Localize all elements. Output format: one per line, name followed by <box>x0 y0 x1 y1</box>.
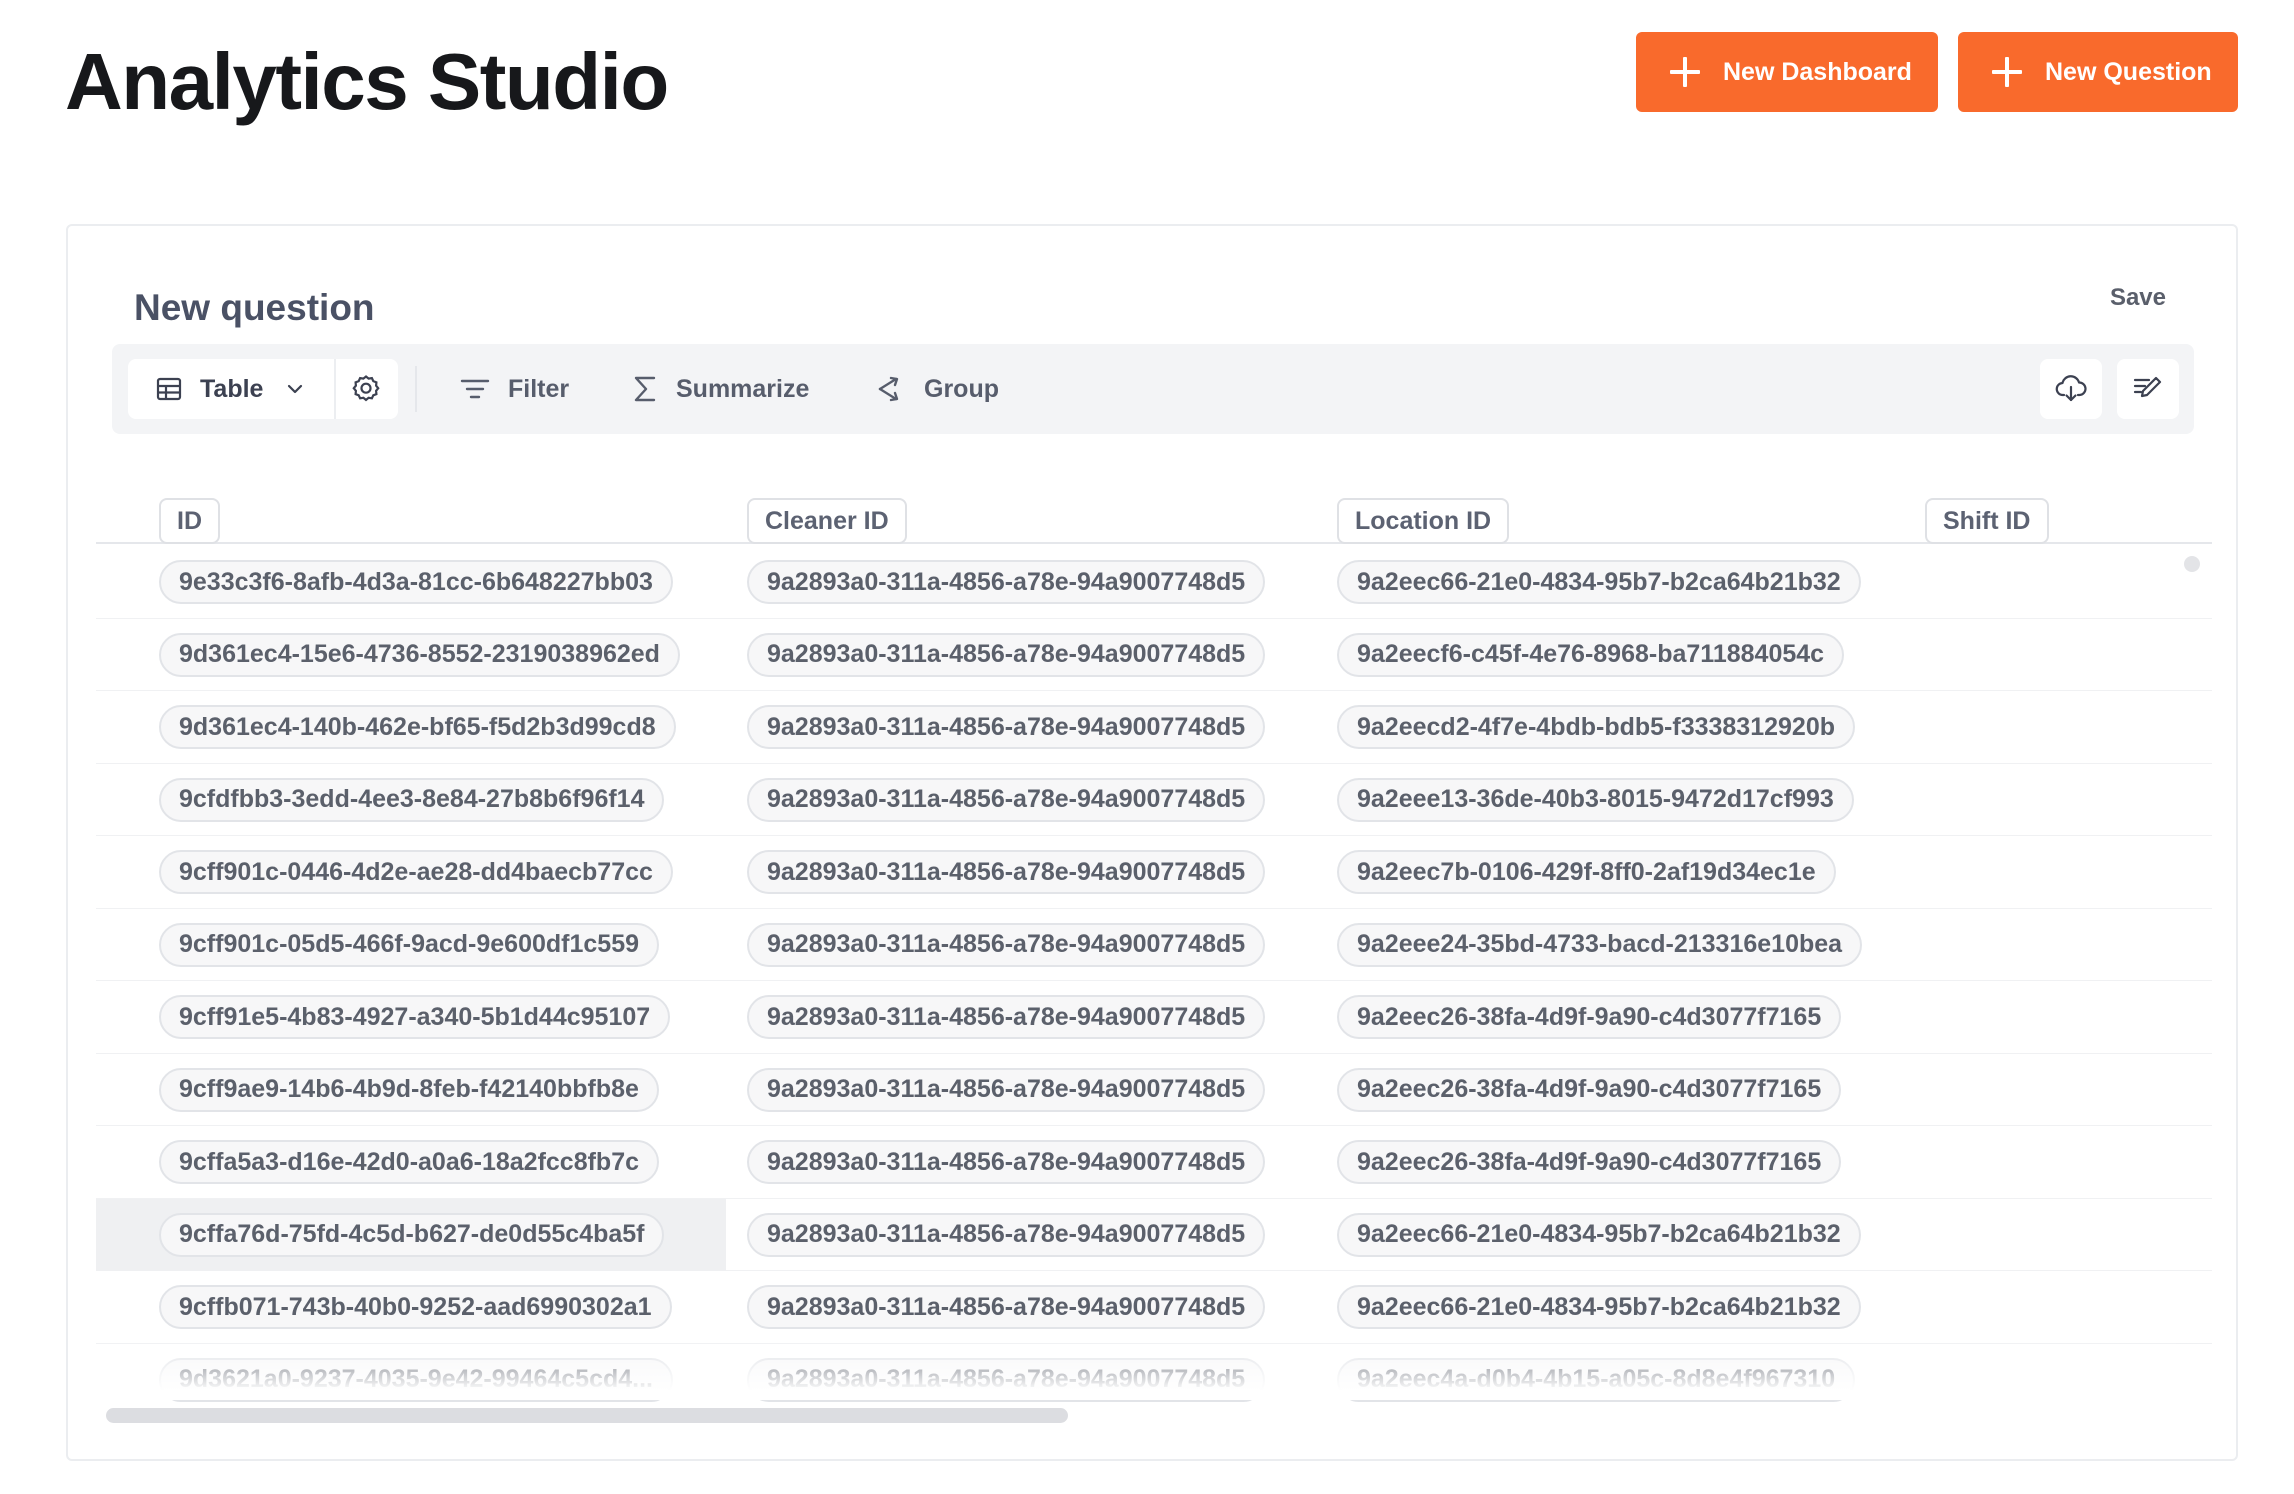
cloud-download-icon <box>2055 374 2087 404</box>
cleaner-id-cell[interactable]: 9a2893a0-311a-4856-a78e-94a9007748d5 <box>747 1212 1266 1257</box>
group-icon <box>876 375 906 403</box>
summarize-label: Summarize <box>676 374 810 403</box>
id-cell[interactable]: 9d361ec4-15e6-4736-8552-2319038962ed <box>159 632 680 677</box>
table-row: 9cffb071-743b-40b0-9252-aad6990302a1 9a28… <box>96 1271 2212 1344</box>
id-cell[interactable]: 9cff91e5-4b83-4927-a340-5b1d44c95107 <box>159 995 671 1039</box>
cleaner-id-cell[interactable]: 9a2893a0-311a-4856-a78e-94a9007748d5 <box>747 705 1266 749</box>
group-label: Group <box>924 374 999 403</box>
horizontal-scrollbar[interactable] <box>106 1408 1068 1423</box>
summarize-button[interactable]: Summarize <box>632 359 809 419</box>
edit-query-button[interactable] <box>2117 359 2179 419</box>
location-id-cell[interactable]: 9a2eec66-21e0-4834-95b7-b2ca64b21b32 <box>1337 560 1861 604</box>
id-cell[interactable]: 9d3621a0-9237-4035-9e42-99464c5cd4... <box>159 1357 673 1402</box>
question-title: New question <box>134 287 375 328</box>
table-icon <box>156 376 182 402</box>
page-title: Analytics Studio <box>65 37 669 126</box>
sigma-icon <box>632 375 658 403</box>
column-header-location-id[interactable]: Location ID <box>1337 498 1510 544</box>
id-cell[interactable]: 9cff901c-0446-4d2e-ae28-dd4baecb77cc <box>159 850 673 894</box>
new-question-button[interactable]: New Question <box>1958 32 2238 112</box>
chevron-down-icon <box>285 379 305 399</box>
cleaner-id-cell[interactable]: 9a2893a0-311a-4856-a78e-94a9007748d5 <box>747 1357 1266 1402</box>
cleaner-id-cell[interactable]: 9a2893a0-311a-4856-a78e-94a9007748d5 <box>747 560 1266 604</box>
location-id-cell[interactable]: 9a2eec4a-d0b4-4b15-a05c-8d8e4f967310 <box>1337 1357 1856 1402</box>
cleaner-id-cell[interactable]: 9a2893a0-311a-4856-a78e-94a9007748d5 <box>747 850 1266 894</box>
location-id-cell[interactable]: 9a2eee24-35bd-4733-bacd-213316e10bea <box>1337 922 1863 967</box>
table-row: 9cff901c-05d5-466f-9acd-9e600df1c559 9a28… <box>96 909 2212 981</box>
id-cell[interactable]: 9cff9ae9-14b6-4b9d-8feb-f42140bbfb8e <box>159 1067 659 1112</box>
filter-button[interactable]: Filter <box>460 359 569 419</box>
location-id-cell[interactable]: 9a2eec66-21e0-4834-95b7-b2ca64b21b32 <box>1337 1212 1861 1257</box>
id-cell[interactable]: 9cfdfbb3-3edd-4ee3-8e84-27b8b6f96f14 <box>159 777 665 822</box>
cleaner-id-cell[interactable]: 9a2893a0-311a-4856-a78e-94a9007748d5 <box>747 922 1266 967</box>
query-toolbar: Table Filter Summarize Group <box>112 344 2194 434</box>
cleaner-id-cell[interactable]: 9a2893a0-311a-4856-a78e-94a9007748d5 <box>747 777 1266 822</box>
id-cell[interactable]: 9cff901c-05d5-466f-9acd-9e600df1c559 <box>159 922 660 967</box>
cleaner-id-cell[interactable]: 9a2893a0-311a-4856-a78e-94a9007748d5 <box>747 1285 1266 1329</box>
table-row: 9cffa5a3-d16e-42d0-a0a6-18a2fcc8fb7c 9a28… <box>96 1126 2212 1199</box>
column-header-shift-id[interactable]: Shift ID <box>1925 498 2049 544</box>
table-row: 9cff9ae9-14b6-4b9d-8feb-f42140bbfb8e 9a28… <box>96 1054 2212 1126</box>
cleaner-id-cell[interactable]: 9a2893a0-311a-4856-a78e-94a9007748d5 <box>747 632 1266 677</box>
id-cell[interactable]: 9cffa5a3-d16e-42d0-a0a6-18a2fcc8fb7c <box>159 1140 660 1184</box>
edit-icon <box>2132 374 2164 404</box>
save-button[interactable]: Save <box>2110 284 2166 312</box>
cleaner-id-cell[interactable]: 9a2893a0-311a-4856-a78e-94a9007748d5 <box>747 1067 1266 1112</box>
id-cell[interactable]: 9cffb071-743b-40b0-9252-aad6990302a1 <box>159 1285 672 1329</box>
column-header-cleaner-id[interactable]: Cleaner ID <box>747 498 907 544</box>
table-row: 9d361ec4-15e6-4736-8552-2319038962ed 9a28… <box>96 619 2212 691</box>
results-table: ID Cleaner ID Location ID Shift ID 9e33c… <box>96 484 2236 1404</box>
table-row: 9cffa76d-75fd-4c5d-b627-de0d55c4ba5f 9a28… <box>96 1198 2212 1271</box>
filter-icon <box>460 377 490 401</box>
location-id-cell[interactable]: 9a2eec26-38fa-4d9f-9a90-c4d3077f7165 <box>1337 1067 1842 1112</box>
new-dashboard-label: New Dashboard <box>1723 57 1912 86</box>
location-id-cell[interactable]: 9a2eecd2-4f7e-4bdb-bdb5-f3338312920b <box>1337 705 1856 749</box>
visualization-settings-button[interactable] <box>336 359 396 419</box>
location-id-cell[interactable]: 9a2eecf6-c45f-4e76-8968-ba711884054c <box>1337 632 1845 677</box>
new-question-label: New Question <box>2045 57 2212 86</box>
toolbar-divider <box>415 366 417 412</box>
location-id-cell[interactable]: 9a2eec7b-0106-429f-8ff0-2af19d34ec1e <box>1337 850 1836 894</box>
id-cell[interactable]: 9d361ec4-140b-462e-bf65-f5d2b3d99cd8 <box>159 705 676 749</box>
table-header: ID Cleaner ID Location ID Shift ID <box>96 484 2212 544</box>
visualization-label: Table <box>200 374 264 403</box>
location-id-cell[interactable]: 9a2eec66-21e0-4834-95b7-b2ca64b21b32 <box>1337 1285 1861 1329</box>
group-button[interactable]: Group <box>876 359 999 419</box>
cleaner-id-cell[interactable]: 9a2893a0-311a-4856-a78e-94a9007748d5 <box>747 995 1266 1039</box>
visualization-select[interactable]: Table <box>128 359 336 419</box>
table-row: 9e33c3f6-8afb-4d3a-81cc-6b648227bb03 9a28… <box>96 546 2212 619</box>
vertical-scrollbar[interactable] <box>2184 556 2200 572</box>
table-row: 9cff901c-0446-4d2e-ae28-dd4baecb77cc 9a28… <box>96 836 2212 909</box>
new-dashboard-button[interactable]: New Dashboard <box>1636 32 1938 112</box>
filter-label: Filter <box>508 374 570 403</box>
visualization-group: Table <box>128 359 398 419</box>
download-button[interactable] <box>2040 359 2102 419</box>
gear-icon <box>351 374 381 404</box>
table-row: 9d3621a0-9237-4035-9e42-99464c5cd4... 9a2… <box>96 1344 2212 1405</box>
id-cell[interactable]: 9e33c3f6-8afb-4d3a-81cc-6b648227bb03 <box>159 560 673 604</box>
location-id-cell[interactable]: 9a2eee13-36de-40b3-8015-9472d17cf993 <box>1337 777 1854 822</box>
location-id-cell[interactable]: 9a2eec26-38fa-4d9f-9a90-c4d3077f7165 <box>1337 1140 1842 1184</box>
id-cell[interactable]: 9cffa76d-75fd-4c5d-b627-de0d55c4ba5f <box>159 1212 665 1257</box>
plus-icon <box>1992 57 2022 87</box>
location-id-cell[interactable]: 9a2eec26-38fa-4d9f-9a90-c4d3077f7165 <box>1337 995 1842 1039</box>
table-row: 9cfdfbb3-3edd-4ee3-8e84-27b8b6f96f14 9a28… <box>96 764 2212 836</box>
table-row: 9d361ec4-140b-462e-bf65-f5d2b3d99cd8 9a28… <box>96 691 2212 764</box>
table-row: 9cff91e5-4b83-4927-a340-5b1d44c95107 9a28… <box>96 981 2212 1054</box>
plus-icon <box>1670 57 1700 87</box>
column-header-id[interactable]: ID <box>159 498 220 544</box>
cleaner-id-cell[interactable]: 9a2893a0-311a-4856-a78e-94a9007748d5 <box>747 1140 1266 1184</box>
table-body: 9e33c3f6-8afb-4d3a-81cc-6b648227bb03 9a28… <box>96 546 2212 1404</box>
